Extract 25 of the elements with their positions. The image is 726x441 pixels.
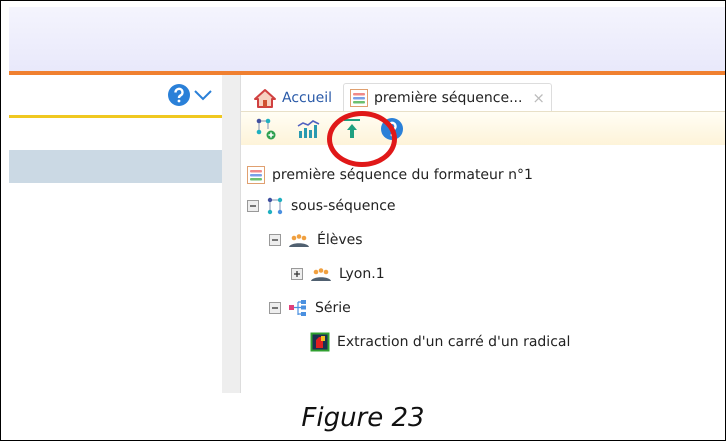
hierarchy-icon [288, 299, 308, 317]
people-icon [310, 267, 332, 281]
tree-item-label[interactable]: Extraction d'un carré d'un radical [337, 334, 570, 350]
tab[interactable]: Accueil [247, 83, 339, 111]
sequence-icon [247, 166, 265, 184]
help-icon[interactable] [381, 118, 403, 140]
tree-item-label[interactable]: Lyon.1 [339, 266, 385, 282]
tab[interactable]: première séquence... × [343, 83, 552, 111]
sequence-icon [350, 88, 368, 106]
chevron-down-icon[interactable] [194, 89, 212, 101]
collapse-toggle[interactable] [269, 302, 281, 314]
help-icon[interactable] [168, 84, 190, 106]
collapse-toggle[interactable] [247, 200, 259, 212]
nodes-icon [266, 197, 284, 215]
tree-item-label[interactable]: sous-séquence [291, 198, 396, 214]
people-icon [288, 233, 310, 247]
expand-toggle[interactable] [291, 268, 303, 280]
tree-item-label[interactable]: première séquence du formateur n°1 [272, 167, 533, 183]
collapse-toggle[interactable] [269, 234, 281, 246]
home-icon [254, 88, 276, 108]
highlight-circle [327, 111, 397, 167]
tree-item-label[interactable]: Série [315, 300, 351, 316]
exercise-icon [310, 332, 330, 352]
tree-item-label[interactable]: Élèves [317, 232, 363, 248]
figure-caption: Figure 23 [300, 403, 426, 433]
